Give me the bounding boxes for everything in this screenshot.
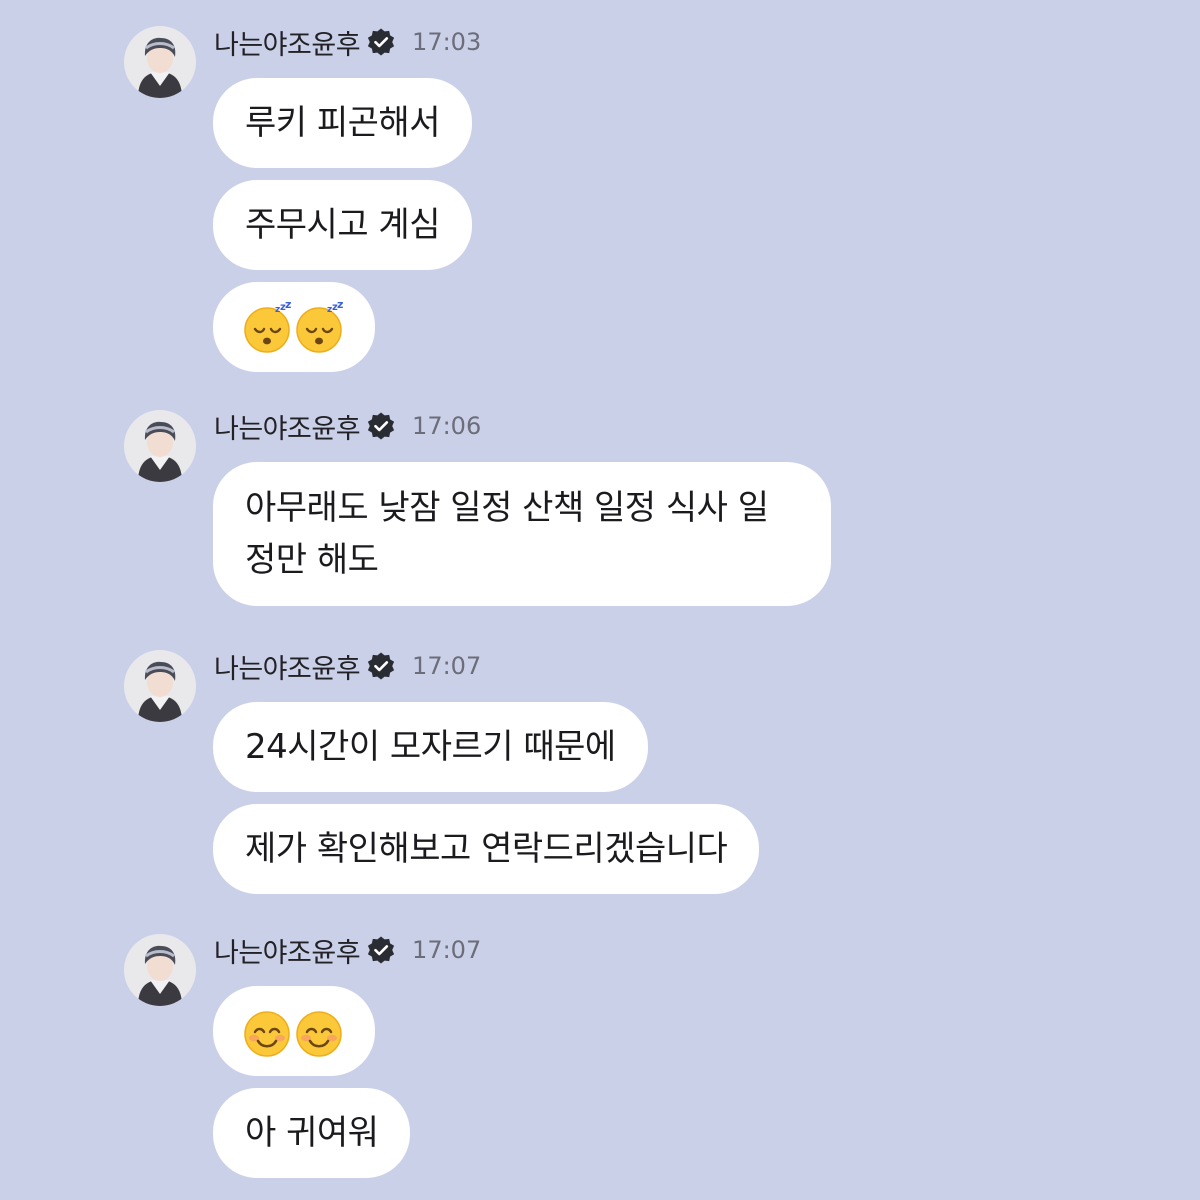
avatar[interactable] bbox=[124, 650, 196, 722]
message-text: 제가 확인해보고 연락드리겠습니다 bbox=[245, 829, 728, 869]
message-header: 나는야조윤후 17:03 bbox=[214, 26, 482, 61]
sleeping-face-icon: z z z bbox=[244, 300, 291, 353]
verified-badge-icon bbox=[366, 411, 396, 441]
message-timestamp: 17:06 bbox=[412, 412, 482, 440]
message-bubble[interactable]: 루키 피곤해서 bbox=[213, 78, 472, 168]
message-text: 루키 피곤해서 bbox=[245, 103, 441, 143]
sender-name[interactable]: 나는야조윤후 bbox=[214, 647, 361, 686]
message-timestamp: 17:07 bbox=[412, 652, 482, 680]
verified-badge-icon bbox=[366, 935, 396, 965]
message-timestamp: 17:07 bbox=[412, 936, 482, 964]
sender-name[interactable]: 나는야조윤후 bbox=[214, 407, 361, 446]
avatar[interactable] bbox=[124, 934, 196, 1006]
message-header: 나는야조윤후 17:07 bbox=[214, 934, 482, 969]
emoji-bubble[interactable] bbox=[213, 986, 375, 1076]
message-bubble[interactable]: 아무래도 낮잠 일정 산책 일정 식사 일 정만 해도 bbox=[213, 462, 831, 606]
smiling-face-icon bbox=[296, 1011, 342, 1057]
message-header: 나는야조윤후 17:06 bbox=[214, 410, 482, 445]
message-text: 24시간이 모자르기 때문에 bbox=[245, 727, 616, 767]
message-bubble[interactable]: 24시간이 모자르기 때문에 bbox=[213, 702, 648, 792]
message-text: 주무시고 계심 bbox=[245, 205, 441, 245]
sender-name[interactable]: 나는야조윤후 bbox=[214, 23, 361, 62]
message-timestamp: 17:03 bbox=[412, 28, 482, 56]
verified-badge-icon bbox=[366, 27, 396, 57]
smiling-face-icon bbox=[244, 1011, 290, 1057]
avatar[interactable] bbox=[124, 26, 196, 98]
svg-text:z: z bbox=[285, 300, 291, 311]
avatar[interactable] bbox=[124, 410, 196, 482]
message-bubble[interactable]: 아 귀여워 bbox=[213, 1088, 411, 1178]
message-bubble[interactable]: 제가 확인해보고 연락드리겠습니다 bbox=[213, 804, 760, 894]
sleeping-face-icon: z z z bbox=[296, 300, 343, 353]
message-bubble[interactable]: 주무시고 계심 bbox=[213, 180, 472, 270]
verified-badge-icon bbox=[366, 651, 396, 681]
message-text: 아무래도 낮잠 일정 산책 일정 식사 일 정만 해도 bbox=[245, 488, 769, 580]
emoji-bubble[interactable]: z z z z z z bbox=[213, 282, 375, 372]
sender-name[interactable]: 나는야조윤후 bbox=[214, 931, 361, 970]
message-text: 아 귀여워 bbox=[245, 1113, 379, 1153]
message-header: 나는야조윤후 17:07 bbox=[214, 650, 482, 685]
svg-text:z: z bbox=[337, 300, 343, 311]
